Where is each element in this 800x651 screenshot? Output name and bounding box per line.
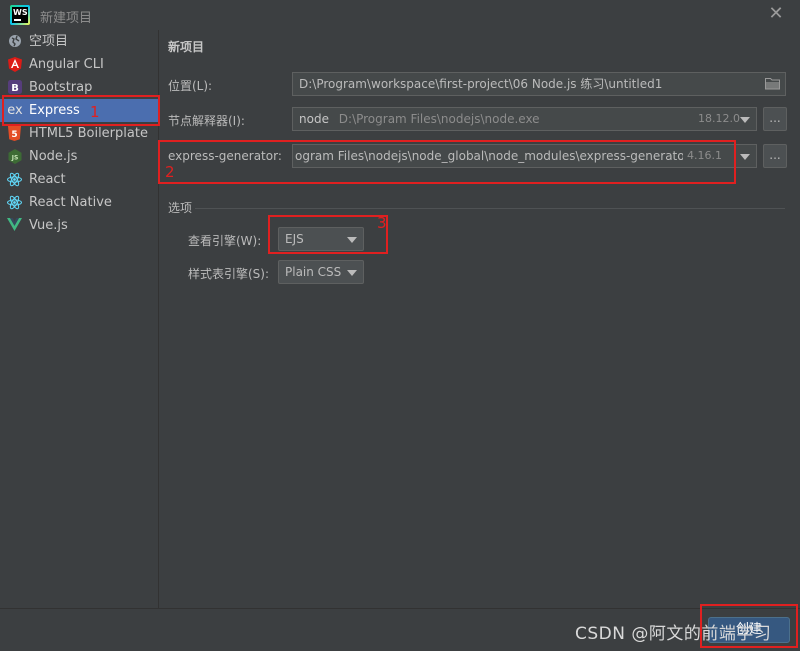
interpreter-path: D:\Program Files\nodejs\node.exe <box>338 112 540 126</box>
interpreter-label: 节点解释器(I): <box>168 114 245 128</box>
svg-text:B: B <box>11 83 19 94</box>
css-engine-value: Plain CSS <box>285 265 342 279</box>
vue-icon <box>7 218 22 233</box>
form-heading: 新项目 <box>168 40 205 54</box>
express-icon: ex <box>7 103 23 118</box>
sidebar-item-label: Node.js <box>29 149 78 164</box>
watermark: CSDN @阿文的前端学习 <box>575 624 772 644</box>
react-native-icon <box>7 195 22 210</box>
sidebar-item-express[interactable]: ex Express <box>0 99 158 122</box>
sidebar-item-vuejs[interactable]: Vue.js <box>0 214 158 237</box>
chevron-down-icon <box>740 154 750 160</box>
annotation-number-1: 1 <box>90 103 100 121</box>
bootstrap-icon: B <box>7 80 22 95</box>
title-bar: WS 新建项目 ✕ <box>0 0 800 30</box>
svg-text:5: 5 <box>11 130 17 140</box>
sidebar-item-label: React <box>29 172 66 187</box>
generator-browse-button[interactable]: ... <box>763 144 787 168</box>
sidebar-item-react-native[interactable]: React Native <box>0 191 158 214</box>
sidebar-item-bootstrap[interactable]: B Bootstrap <box>0 76 158 99</box>
sidebar-item-nodejs[interactable]: JS Node.js <box>0 145 158 168</box>
sidebar-item-label: 空项目 <box>29 34 69 49</box>
annotation-number-3: 3 <box>377 214 387 232</box>
sidebar-item-empty-project[interactable]: 空项目 <box>0 30 158 53</box>
react-icon <box>7 172 22 187</box>
location-input[interactable]: D:\Program\workspace\first-project\06 No… <box>292 72 786 96</box>
annotation-number-2: 2 <box>165 163 175 181</box>
interpreter-browse-button[interactable]: ... <box>763 107 787 131</box>
sidebar-item-angular-cli[interactable]: Angular CLI <box>0 53 158 76</box>
sidebar-item-label: Express <box>29 103 80 118</box>
nodejs-icon: JS <box>7 149 22 164</box>
sidebar-item-label: Vue.js <box>29 218 68 233</box>
generator-select[interactable]: ogram Files\nodejs\node_global\node_modu… <box>292 144 757 168</box>
sidebar-item-label: HTML5 Boilerplate <box>29 126 148 141</box>
webstorm-logo-mark: WS <box>12 7 28 23</box>
interpreter-select[interactable]: node D:\Program Files\nodejs\node.exe 18… <box>292 107 757 131</box>
project-type-list: 空项目 Angular CLI B Bootstrap ex Express 5… <box>0 30 159 608</box>
angular-icon <box>7 57 22 72</box>
view-engine-value: EJS <box>285 232 304 246</box>
view-engine-select[interactable]: EJS <box>278 227 364 251</box>
css-engine-select[interactable]: Plain CSS <box>278 260 364 284</box>
view-engine-label: 查看引擎(W): <box>188 234 262 248</box>
location-label: 位置(L): <box>168 79 213 93</box>
chevron-down-icon <box>740 117 750 123</box>
css-engine-label: 样式表引擎(S): <box>188 267 270 281</box>
interpreter-name: node <box>299 112 329 126</box>
options-separator <box>195 208 785 209</box>
sidebar-item-label: Bootstrap <box>29 80 93 95</box>
chevron-down-icon <box>347 237 357 243</box>
svg-text:JS: JS <box>10 155 18 162</box>
sidebar-item-react[interactable]: React <box>0 168 158 191</box>
sidebar-item-label: React Native <box>29 195 112 210</box>
sidebar-item-html5-boilerplate[interactable]: 5 HTML5 Boilerplate <box>0 122 158 145</box>
window-title: 新建项目 <box>40 11 93 26</box>
chevron-down-icon <box>347 270 357 276</box>
location-value: D:\Program\workspace\first-project\06 No… <box>299 77 663 91</box>
globe-icon <box>7 34 22 49</box>
generator-label: express-generator: <box>168 149 282 163</box>
folder-icon[interactable] <box>765 77 781 90</box>
close-icon[interactable]: ✕ <box>766 4 786 24</box>
options-section-label: 选项 <box>168 201 193 215</box>
generator-path: ogram Files\nodejs\node_global\node_modu… <box>295 149 690 163</box>
generator-version: 4.16.1 <box>683 145 722 167</box>
sidebar-item-label: Angular CLI <box>29 57 104 72</box>
html5-icon: 5 <box>7 126 22 141</box>
interpreter-version: 18.12.0 <box>698 112 740 125</box>
